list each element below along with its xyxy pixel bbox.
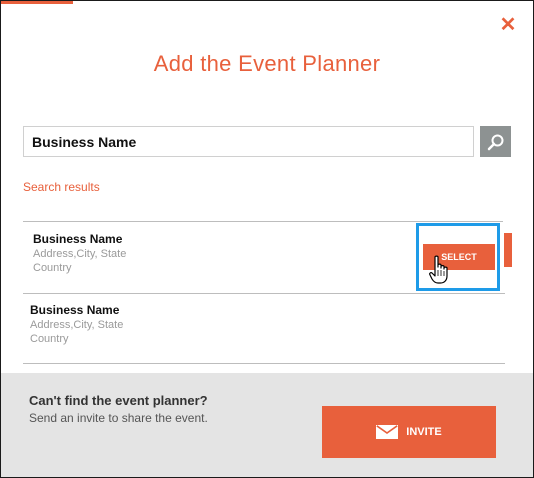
row-accent-edge — [504, 233, 512, 267]
envelope-icon — [376, 425, 399, 439]
add-event-planner-dialog: ✕ Add the Event Planner Search results B… — [0, 0, 534, 478]
divider — [23, 221, 503, 222]
search-button[interactable] — [480, 126, 511, 157]
result-name: Business Name — [33, 232, 123, 246]
hand-cursor-icon — [429, 255, 448, 284]
result-country: Country — [30, 333, 69, 345]
search-results-label: Search results — [23, 180, 100, 194]
footer-subtitle: Send an invite to share the event. — [29, 411, 208, 425]
close-icon[interactable]: ✕ — [497, 14, 519, 36]
footer-title: Can't find the event planner? — [29, 393, 208, 408]
invite-label: INVITE — [406, 426, 442, 438]
search-bar — [23, 126, 511, 157]
top-accent-bar — [1, 1, 73, 4]
divider — [23, 363, 505, 364]
invite-footer: Can't find the event planner? Send an in… — [1, 373, 533, 477]
result-address: Address,City, State — [33, 248, 127, 260]
result-address: Address,City, State — [30, 319, 124, 331]
result-name: Business Name — [30, 303, 120, 317]
search-input[interactable] — [23, 126, 474, 157]
dialog-title: Add the Event Planner — [153, 51, 381, 76]
result-country: Country — [33, 262, 72, 274]
search-icon — [487, 134, 503, 150]
invite-button[interactable]: INVITE — [322, 406, 496, 458]
divider — [23, 293, 505, 294]
